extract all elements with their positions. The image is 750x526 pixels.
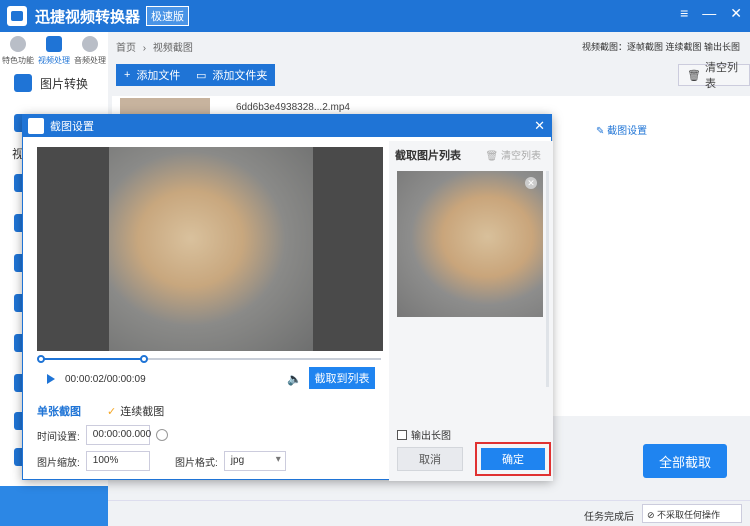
- time-setting-label: 时间设置:: [37, 431, 80, 443]
- breadcrumb-home[interactable]: 首页: [116, 43, 136, 54]
- dialog-title: 截图设置: [50, 121, 94, 133]
- confirm-highlight: 确定: [475, 442, 551, 476]
- image-icon: [14, 74, 32, 92]
- plus-icon: +: [124, 69, 131, 81]
- after-done-select[interactable]: ⊘ 不采取任何操作: [642, 504, 742, 523]
- tab-video-processing[interactable]: 视频处理: [36, 36, 72, 74]
- breadcrumb: 首页 › 视频截图: [116, 39, 197, 54]
- edit-icon: ✎: [596, 126, 605, 137]
- video-frame-image: [109, 147, 313, 351]
- crop-settings-link[interactable]: ✎ 截图设置: [596, 122, 647, 137]
- dialog-close-icon[interactable]: ✕: [534, 118, 545, 134]
- captured-images-panel: 截取图片列表 🗑 清空列表 ✕ 输出长图 取消 确定: [389, 141, 553, 481]
- breadcrumb-separator: ›: [142, 43, 147, 54]
- volume-icon[interactable]: 🔈: [287, 372, 302, 386]
- add-file-label: 添加文件: [136, 70, 181, 82]
- output-long-image-label: 输出长图: [411, 431, 451, 442]
- app-logo-icon: [7, 6, 27, 26]
- screenshot-mode-links: 视频截图：逐帧截图 连续截图 输出长图: [578, 40, 740, 53]
- menu-icon[interactable]: ≡: [680, 5, 688, 22]
- add-file-button[interactable]: + 添加文件: [116, 64, 189, 86]
- captured-image-thumbnail[interactable]: ✕: [397, 171, 543, 317]
- tab-audio-processing[interactable]: 音频处理: [72, 36, 108, 74]
- screenshot-mode-tabs: 单张截图 ✓ 连续截图: [37, 403, 190, 419]
- tab-single-screenshot[interactable]: 单张截图: [37, 403, 81, 419]
- image-zoom-input[interactable]: 100%: [85, 451, 150, 471]
- image-format-label: 图片格式:: [175, 457, 218, 469]
- output-long-image-option[interactable]: 输出长图: [397, 427, 451, 442]
- folder-icon: ▭: [196, 69, 207, 82]
- scrollbar[interactable]: [546, 171, 549, 387]
- star-icon: [10, 36, 26, 52]
- image-format-row: 图片格式: jpg: [175, 451, 286, 471]
- film-icon: [46, 36, 62, 52]
- video-preview: [37, 147, 383, 351]
- sidebar-item-label: 图片转换: [40, 76, 89, 91]
- image-zoom-row: 图片缩放: 100%: [37, 451, 150, 471]
- close-window-icon[interactable]: ✕: [730, 5, 742, 22]
- checkmark-icon: ✓: [107, 406, 117, 418]
- add-folder-button[interactable]: ▭ 添加文件夹: [188, 64, 276, 86]
- app-name: 迅捷视频转换器: [35, 8, 141, 26]
- title-bar: 迅捷视频转换器 极速版 ≡ — ✕: [0, 0, 750, 32]
- file-name: 6dd6b3e4938328...2.mp4: [236, 102, 350, 113]
- file-thumbnail: [120, 98, 210, 114]
- tab-label: 视频处理: [38, 56, 70, 65]
- time-setting-input[interactable]: 00:00:00.000: [85, 425, 151, 445]
- capture-all-button[interactable]: 全部截取: [643, 444, 727, 478]
- add-folder-label: 添加文件夹: [212, 70, 268, 82]
- no-action-icon: ⊘: [647, 510, 658, 520]
- app-badge: 极速版: [146, 6, 190, 26]
- after-done-label: 任务完成后: [584, 512, 634, 523]
- progress-handle[interactable]: [140, 355, 149, 363]
- remove-image-icon[interactable]: ✕: [525, 177, 537, 189]
- confirm-button[interactable]: 确定: [481, 448, 545, 470]
- clear-list-label: 清空列表: [704, 62, 738, 90]
- mode-links-text[interactable]: 视频截图：逐帧截图 连续截图 输出长图: [582, 42, 740, 52]
- playback-controls: 00:00:02/00:00:09 🔈 截取到列表: [41, 367, 381, 391]
- progress-fill: [39, 358, 146, 360]
- image-format-select[interactable]: jpg: [223, 451, 286, 471]
- clear-list-button[interactable]: 🗑 清空列表: [678, 62, 750, 90]
- progress-start-handle[interactable]: [37, 355, 45, 363]
- after-done-value: 不采取任何操作: [657, 510, 721, 520]
- minimize-icon[interactable]: —: [702, 5, 716, 22]
- clear-captured-list-button[interactable]: 🗑 清空列表: [486, 147, 541, 162]
- tab-label: 音频处理: [74, 56, 106, 65]
- app-logo-icon: [28, 118, 44, 134]
- cancel-button[interactable]: 取消: [397, 447, 463, 471]
- clock-icon[interactable]: [155, 429, 168, 441]
- output-long-image-checkbox[interactable]: [397, 429, 407, 440]
- snap-to-list-button[interactable]: 截取到列表: [309, 367, 375, 389]
- time-display: 00:00:02/00:00:09: [65, 373, 146, 385]
- trash-icon: 🗑: [687, 69, 701, 82]
- captured-list-title: 截取图片列表: [395, 150, 461, 162]
- crop-settings-label: 截图设置: [607, 126, 648, 137]
- tab-special-features[interactable]: 特色功能: [0, 36, 36, 74]
- breadcrumb-current: 视频截图: [152, 43, 193, 54]
- image-zoom-label: 图片缩放:: [37, 457, 80, 469]
- playback-progress-bar[interactable]: [37, 355, 381, 363]
- status-bar: 任务完成后 ⊘ 不采取任何操作: [108, 500, 750, 526]
- sidebar-item-image-convert[interactable]: 图片转换: [10, 72, 108, 94]
- screenshot-settings-dialog: 截图设置 ✕ 00:00:02/00:00:09 🔈 截取到列表 单张截图 ✓ 连…: [22, 114, 553, 481]
- trash-icon: 🗑: [485, 151, 499, 162]
- tab-continuous-screenshot[interactable]: ✓ 连续截图: [107, 403, 164, 419]
- play-icon[interactable]: [47, 374, 55, 384]
- dialog-title-bar: 截图设置 ✕: [23, 115, 551, 137]
- tab-label: 连续截图: [120, 406, 165, 418]
- tab-label: 特色功能: [2, 56, 34, 65]
- clear-label: 清空列表: [501, 151, 541, 162]
- sidebar-item-video-screenshot[interactable]: [0, 486, 108, 526]
- time-setting-row: 时间设置: 00:00:00.000: [37, 425, 168, 445]
- music-icon: [82, 36, 98, 52]
